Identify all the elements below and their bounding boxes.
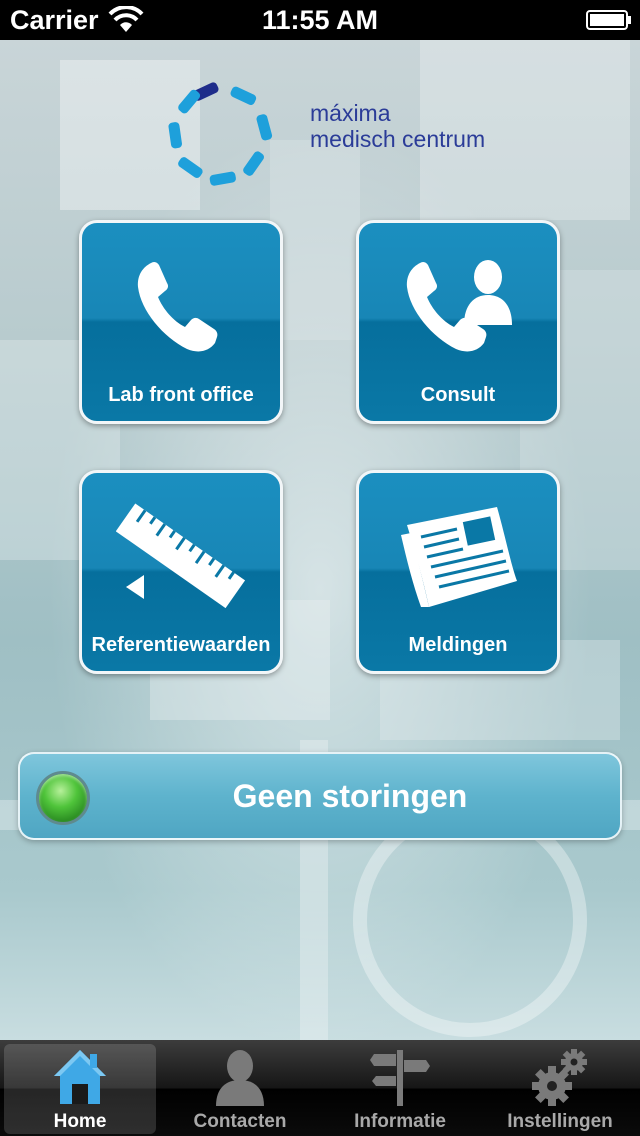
- tile-label: Referentiewaarden: [91, 634, 271, 656]
- system-status-panel[interactable]: Geen storingen: [18, 752, 622, 840]
- tab-label: Instellingen: [507, 1111, 613, 1132]
- signpost-icon: [370, 1050, 430, 1106]
- tab-label: Informatie: [354, 1111, 446, 1132]
- tile-label: Consult: [420, 384, 496, 406]
- referentiewaarden-button[interactable]: Referentiewaarden: [79, 470, 283, 674]
- home-icon: [54, 1050, 106, 1104]
- home-screen: máxima medisch centrum Lab front office …: [0, 40, 640, 1040]
- tile-label: Meldingen: [408, 634, 508, 656]
- lab-front-office-button[interactable]: Lab front office: [79, 220, 283, 424]
- tab-label: Home: [53, 1111, 107, 1132]
- tab-bar: Home Contacten Informatie Instellingen: [0, 1040, 640, 1136]
- phone-contact-icon: [406, 260, 512, 352]
- tab-label: Contacten: [193, 1111, 287, 1132]
- phone-icon: [137, 261, 218, 352]
- brand-line-1: máxima: [310, 100, 391, 126]
- tab-contacten[interactable]: Contacten: [160, 1040, 320, 1136]
- status-bar: Carrier 11:55 AM: [0, 0, 640, 40]
- person-icon: [216, 1050, 264, 1106]
- maxima-logo-icon: [168, 82, 273, 186]
- clock: 11:55 AM: [261, 5, 379, 35]
- tab-informatie[interactable]: Informatie: [320, 1040, 480, 1136]
- brand-name: máxima medisch centrum: [310, 100, 485, 152]
- tile-label: Lab front office: [108, 384, 254, 406]
- brand-line-2: medisch centrum: [310, 126, 486, 152]
- tab-instellingen[interactable]: Instellingen: [480, 1040, 640, 1136]
- meldingen-button[interactable]: Meldingen: [356, 470, 560, 674]
- battery-icon: [586, 10, 631, 30]
- tab-home[interactable]: Home: [0, 1040, 160, 1136]
- gears-icon: [532, 1049, 587, 1106]
- status-text: Geen storingen: [232, 778, 468, 814]
- ruler-icon: [116, 503, 246, 609]
- consult-button[interactable]: Consult: [356, 220, 560, 424]
- newspaper-icon: [401, 507, 517, 607]
